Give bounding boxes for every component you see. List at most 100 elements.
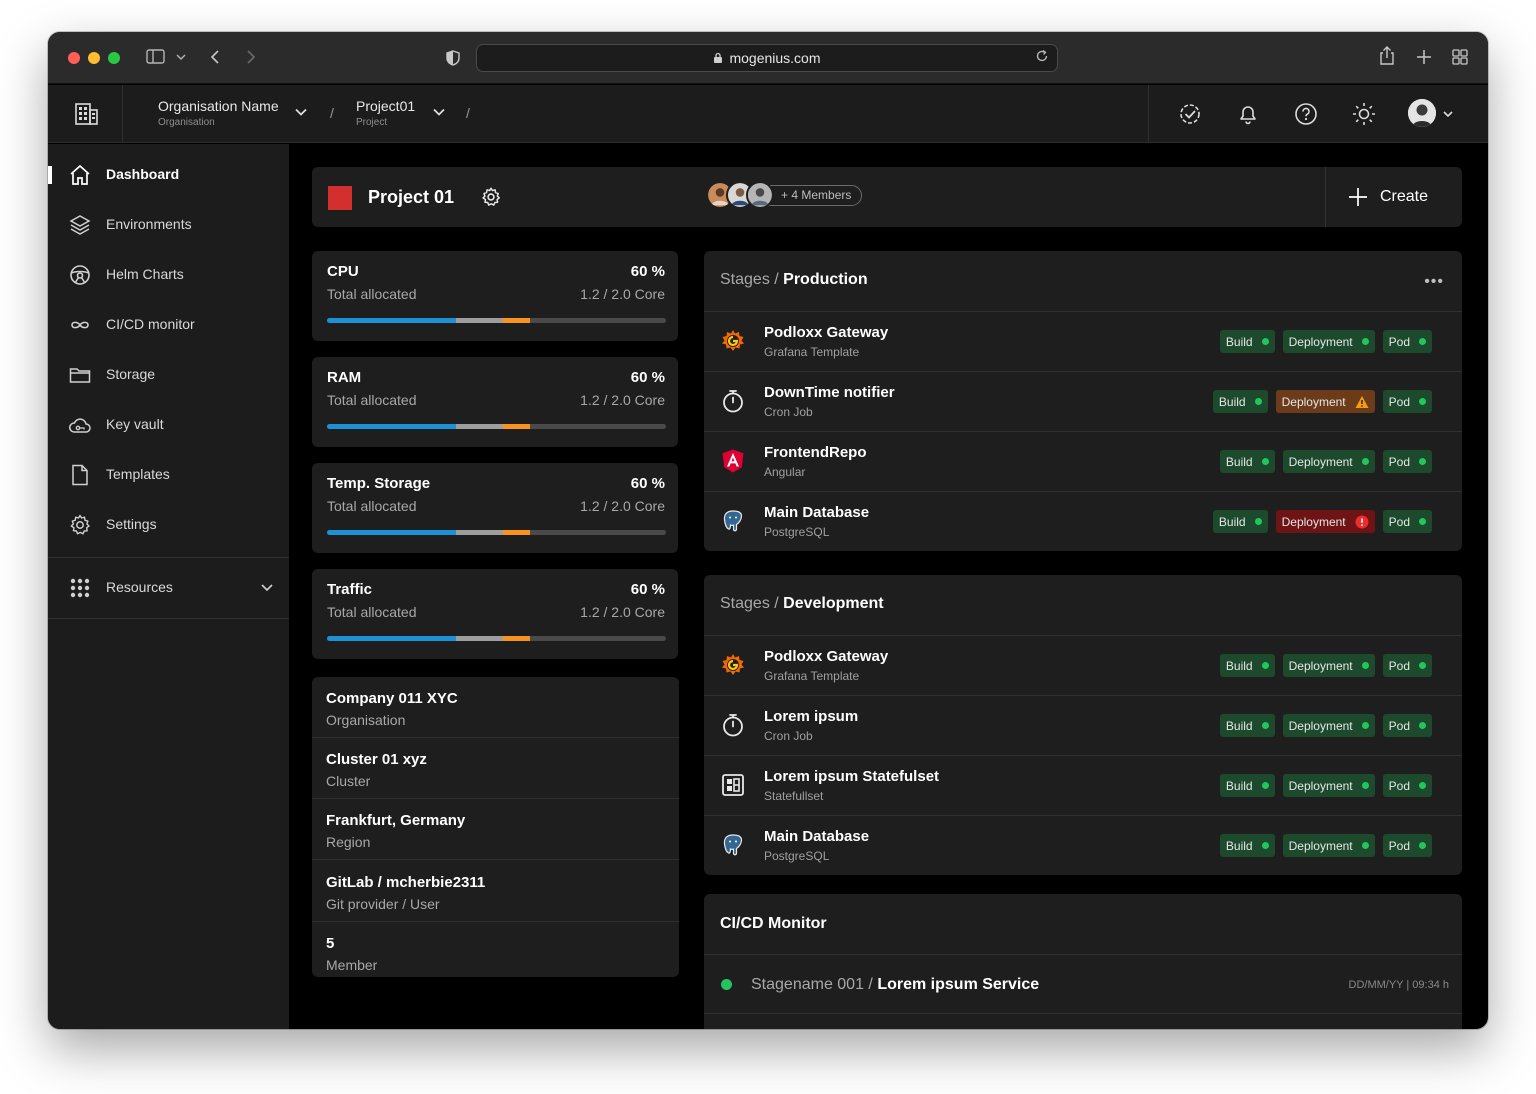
service-type: PostgreSQL — [764, 849, 830, 863]
build-badge[interactable]: Build — [1212, 390, 1268, 413]
app-header: Organisation Name Organisation / Project… — [48, 85, 1488, 143]
sidebar-item-templates[interactable]: Templates — [48, 450, 289, 500]
build-badge[interactable]: Build — [1219, 450, 1275, 473]
badge-label: Pod — [1388, 454, 1410, 469]
deployment-badge[interactable]: Deployment — [1282, 774, 1375, 797]
sidebar-item-dashboard[interactable]: Dashboard — [48, 150, 289, 200]
forward-icon[interactable] — [246, 49, 256, 65]
build-badge[interactable]: Build — [1212, 510, 1268, 533]
pod-badge[interactable]: Pod — [1382, 774, 1432, 797]
deployment-badge[interactable]: Deployment — [1282, 834, 1375, 857]
url-text: mogenius.com — [729, 50, 821, 66]
sidebar-item-label: Resources — [106, 579, 173, 595]
pod-badge[interactable]: Pod — [1382, 330, 1432, 353]
header-divider — [1325, 167, 1326, 227]
stopwatch-icon — [720, 712, 746, 738]
deployment-badge[interactable]: Deployment — [1275, 390, 1375, 413]
deployment-badge[interactable]: Deployment — [1275, 510, 1375, 533]
chevron-down-icon[interactable] — [432, 105, 446, 119]
deployment-badge[interactable]: Deployment — [1282, 654, 1375, 677]
stage-row[interactable]: FrontendRepo Angular Build Deployment Pod — [704, 431, 1462, 491]
sidebar-item-resources[interactable]: Resources — [48, 563, 289, 613]
pod-badge[interactable]: Pod — [1382, 714, 1432, 737]
sidebar-item-storage[interactable]: Storage — [48, 350, 289, 400]
build-badge[interactable]: Build — [1219, 774, 1275, 797]
gear-icon[interactable] — [480, 186, 502, 208]
build-badge[interactable]: Build — [1219, 834, 1275, 857]
info-sub: Cluster — [326, 773, 371, 789]
deployment-badge[interactable]: Deployment — [1282, 450, 1375, 473]
deployment-badge[interactable]: Deployment — [1282, 330, 1375, 353]
build-badge[interactable]: Build — [1219, 330, 1275, 353]
back-icon[interactable] — [210, 49, 220, 65]
status-badges: Build Deployment Pod — [1219, 834, 1432, 857]
status-dot — [1419, 338, 1426, 345]
minimize-window-button[interactable] — [88, 52, 100, 64]
grafana-icon — [720, 652, 746, 678]
build-badge[interactable]: Build — [1219, 714, 1275, 737]
reload-icon[interactable] — [1035, 49, 1049, 63]
tasks-check-icon[interactable] — [1177, 101, 1203, 127]
stage-row[interactable]: Lorem ipsum Cron Job Build Deployment Pod — [704, 695, 1462, 755]
sidebar-item-label: CI/CD monitor — [106, 316, 195, 332]
service-type: Statefullset — [764, 789, 824, 803]
build-badge[interactable]: Build — [1219, 654, 1275, 677]
bell-icon[interactable] — [1235, 101, 1261, 127]
chevron-down-icon[interactable] — [176, 53, 186, 61]
breadcrumb-organisation[interactable]: Organisation Name Organisation — [158, 98, 279, 128]
address-bar[interactable]: mogenius.com — [476, 44, 1058, 72]
stage-row[interactable]: Podloxx Gateway Grafana Template Build Depl… — [704, 635, 1462, 695]
chevron-down-icon[interactable] — [1442, 109, 1454, 119]
badge-label: Deployment — [1281, 394, 1346, 409]
stage-title: Stages / Production — [720, 271, 868, 289]
metric-card-traffic: Traffic 60 % Total allocated 1.2 / 2.0 C… — [312, 569, 678, 659]
sidebar-toggle-icon[interactable] — [146, 48, 166, 66]
metric-value: 1.2 / 2.0 Core — [580, 604, 665, 620]
sidebar-item-cicd-monitor[interactable]: CI/CD monitor — [48, 300, 289, 350]
more-options-icon[interactable]: ••• — [1424, 273, 1444, 291]
status-badges: Build Deployment Pod — [1219, 774, 1432, 797]
status-badges: Build Deployment Pod — [1219, 330, 1432, 353]
service-name: Main Database — [764, 504, 870, 521]
badge-label: Build — [1225, 718, 1253, 733]
stage-row[interactable]: Podloxx Gateway Grafana Template Build Depl… — [704, 311, 1462, 371]
status-dot — [1261, 722, 1269, 729]
sidebar-item-helm-charts[interactable]: Helm Charts — [48, 250, 289, 300]
stage-row[interactable]: Main Database PostgreSQL Build Deployment Po… — [704, 815, 1462, 875]
browser-window: mogenius.com Organisation Name Organisat… — [48, 32, 1488, 1029]
pod-badge[interactable]: Pod — [1382, 510, 1432, 533]
privacy-shield-icon[interactable] — [446, 50, 460, 66]
pod-badge[interactable]: Pod — [1382, 450, 1432, 473]
building-icon[interactable] — [72, 101, 100, 127]
close-window-button[interactable] — [68, 52, 80, 64]
deployment-badge[interactable]: Deployment — [1282, 714, 1375, 737]
help-icon[interactable] — [1293, 101, 1319, 127]
sun-icon[interactable] — [1351, 101, 1377, 127]
sidebar-item-key-vault[interactable]: Key vault — [48, 400, 289, 450]
stage-row[interactable]: Lorem ipsum Statefulset Statefullset Build… — [704, 755, 1462, 815]
info-title: Frankfurt, Germany — [326, 812, 466, 829]
sidebar-item-environments[interactable]: Environments — [48, 200, 289, 250]
sidebar-item-settings[interactable]: Settings — [48, 500, 289, 550]
new-tab-icon[interactable] — [1416, 49, 1432, 65]
pod-badge[interactable]: Pod — [1382, 390, 1432, 413]
sidebar-divider — [48, 557, 289, 558]
badge-label: Pod — [1388, 334, 1410, 349]
stage-row[interactable]: Main Database PostgreSQL Build Deployment Po… — [704, 491, 1462, 551]
stage-row[interactable]: DownTime notifier Cron Job Build Deployment… — [704, 371, 1462, 431]
share-icon[interactable] — [1378, 46, 1396, 66]
create-button[interactable]: Create — [1348, 185, 1428, 209]
stage-title: Stages / Development — [720, 595, 884, 613]
breadcrumb-project[interactable]: Project01 Project — [356, 98, 415, 128]
cicd-row[interactable]: Stagename 001 / Lorem ipsum Service DD/M… — [704, 954, 1462, 1014]
chevron-down-icon[interactable] — [294, 105, 308, 119]
status-dot — [1419, 842, 1426, 849]
pod-badge[interactable]: Pod — [1382, 834, 1432, 857]
user-avatar[interactable] — [1408, 99, 1436, 127]
service-type: Grafana Template — [764, 669, 860, 683]
maximize-window-button[interactable] — [108, 52, 120, 64]
tab-overview-icon[interactable] — [1452, 49, 1468, 65]
pod-badge[interactable]: Pod — [1382, 654, 1432, 677]
badge-label: Deployment — [1288, 658, 1353, 673]
project-title: Project 01 — [368, 187, 455, 207]
